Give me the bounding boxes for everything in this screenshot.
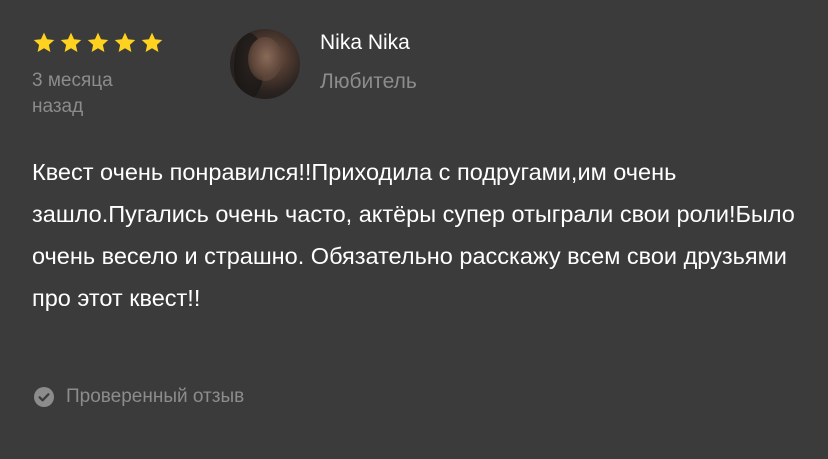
star-icon (114, 32, 136, 52)
star-icon (60, 32, 82, 52)
star-icon (87, 32, 109, 52)
verified-badge: Проверенный отзыв (34, 384, 244, 410)
star-rating (32, 31, 164, 55)
star-icon (33, 32, 55, 52)
review-text: Квест очень понравился!!Приходила с подр… (32, 159, 795, 311)
verified-label: Проверенный отзыв (66, 386, 245, 407)
review-date: 3 месяца назад (32, 70, 113, 117)
check-circle-icon (34, 387, 54, 407)
author-level: Любитель (320, 70, 417, 93)
avatar[interactable] (230, 29, 300, 99)
avatar-face (248, 37, 282, 81)
star-icon (141, 32, 163, 52)
author-name[interactable]: Nika Nika (320, 29, 410, 57)
review-card: 3 месяца назад Nika Nika Любитель Квест … (0, 0, 828, 459)
